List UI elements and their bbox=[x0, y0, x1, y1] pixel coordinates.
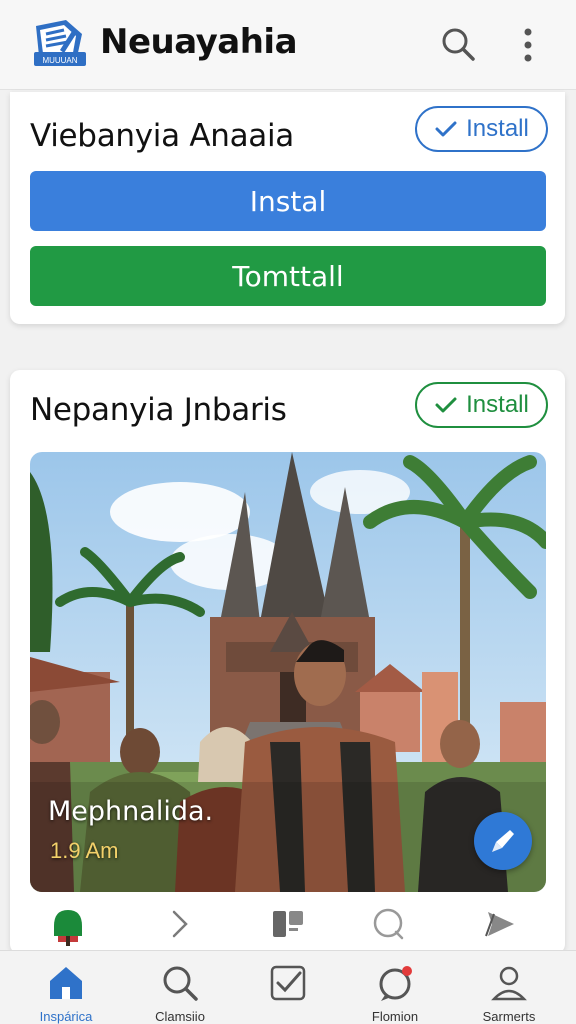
chat-icon bbox=[373, 908, 404, 940]
card-title: Nepanyia Jnbaris bbox=[30, 392, 287, 428]
nav-item-notifications[interactable]: Flomion bbox=[340, 963, 450, 1024]
install-pill-label: Install bbox=[466, 391, 529, 418]
nav-label: Inspárica bbox=[39, 1009, 93, 1024]
search-icon bbox=[442, 28, 475, 61]
logo-text: MUUUAN bbox=[42, 56, 77, 65]
nav-item-home[interactable]: Inspárica bbox=[11, 963, 121, 1024]
search-icon bbox=[163, 966, 198, 1001]
bottom-navigation: Inspárica Clamsiio Flomion Sarmerts bbox=[0, 950, 576, 1024]
photo-caption: Mephnalida. bbox=[48, 796, 214, 827]
document-logo-icon: MUUUAN bbox=[34, 20, 86, 66]
photo-time: 1.9 Am bbox=[50, 838, 119, 863]
temple-photo[interactable]: Mephnalida. 1.9 Am bbox=[30, 452, 546, 892]
app-card-1: Viebanyia Anaaia Install Instal Tomttall bbox=[10, 92, 565, 324]
check-icon bbox=[435, 121, 457, 137]
rocket-icon bbox=[492, 830, 514, 852]
app-card-2: Nepanyia Jnbaris Install Mephnalida. 1.9… bbox=[10, 370, 565, 954]
tree-button[interactable] bbox=[50, 906, 86, 946]
app-logo: MUUUAN bbox=[30, 16, 90, 70]
install-pill-label: Install bbox=[466, 115, 529, 142]
nav-item-profile[interactable]: Sarmerts bbox=[454, 963, 564, 1024]
check-icon bbox=[435, 397, 457, 413]
checklist-icon bbox=[270, 965, 306, 1001]
next-button[interactable] bbox=[162, 906, 198, 942]
notification-chat-icon bbox=[379, 966, 412, 1001]
app-header: MUUUAN Neuayahia bbox=[0, 0, 576, 90]
nav-item-search[interactable]: Clamsiio bbox=[125, 963, 235, 1024]
secondary-install-button[interactable]: Tomttall bbox=[30, 246, 546, 306]
card-title: Viebanyia Anaaia bbox=[30, 118, 294, 154]
list-button[interactable] bbox=[270, 906, 306, 942]
chevron-right-icon bbox=[172, 910, 188, 938]
comment-button[interactable] bbox=[370, 906, 406, 942]
install-button[interactable]: Instal bbox=[30, 171, 546, 231]
install-pill-button[interactable]: Install bbox=[415, 382, 548, 428]
list-icon bbox=[273, 911, 303, 937]
tree-icon bbox=[54, 910, 82, 946]
install-pill-button[interactable]: Install bbox=[415, 106, 548, 152]
search-button[interactable] bbox=[440, 26, 476, 62]
card-action-row bbox=[10, 898, 565, 948]
nav-item-tasks[interactable] bbox=[233, 963, 343, 1024]
more-vert-icon bbox=[524, 28, 532, 62]
send-button[interactable] bbox=[482, 906, 518, 942]
nav-label: Sarmerts bbox=[482, 1009, 536, 1024]
app-title: Neuayahia bbox=[100, 22, 298, 62]
nav-label: Clamsiio bbox=[155, 1009, 205, 1024]
overflow-menu-button[interactable] bbox=[518, 26, 538, 64]
person-icon bbox=[491, 966, 527, 1001]
share-fab-button[interactable] bbox=[474, 812, 532, 870]
send-icon bbox=[485, 912, 514, 937]
home-icon bbox=[50, 967, 82, 999]
nav-label: Flomion bbox=[371, 1009, 419, 1024]
